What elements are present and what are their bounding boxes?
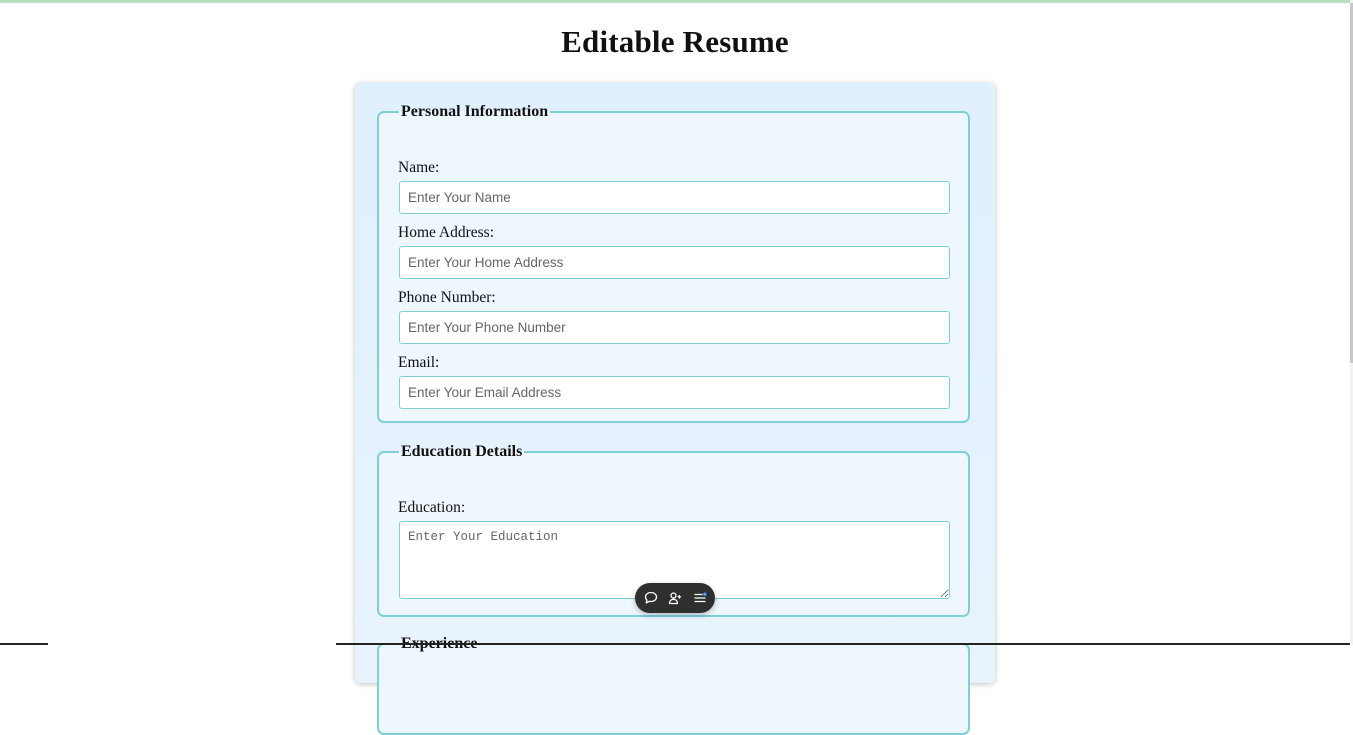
top-border [0,0,1353,3]
email-input[interactable] [399,376,950,409]
list-menu-icon [694,592,706,603]
comment-icon [644,591,657,604]
education-label: Education: [398,499,466,516]
education-details-legend: Education Details [401,443,523,460]
personal-information-legend: Personal Information [401,103,549,120]
email-label: Email: [398,354,440,371]
home-address-label: Home Address: [398,224,495,241]
phone-number-input[interactable] [399,311,950,344]
page-title: Editable Resume [561,24,789,59]
add-user-icon [668,592,682,605]
list-menu-button[interactable] [691,589,709,607]
phone-number-label: Phone Number: [398,289,496,306]
personal-information-section: Personal Information Name: Home Address:… [377,103,970,423]
add-user-button[interactable] [666,589,684,607]
experience-section: Experience [377,635,970,735]
name-label: Name: [398,159,440,176]
home-address-input[interactable] [399,246,950,279]
name-input[interactable] [399,181,950,214]
floating-toolbar [635,583,715,613]
comment-button[interactable] [642,589,660,607]
